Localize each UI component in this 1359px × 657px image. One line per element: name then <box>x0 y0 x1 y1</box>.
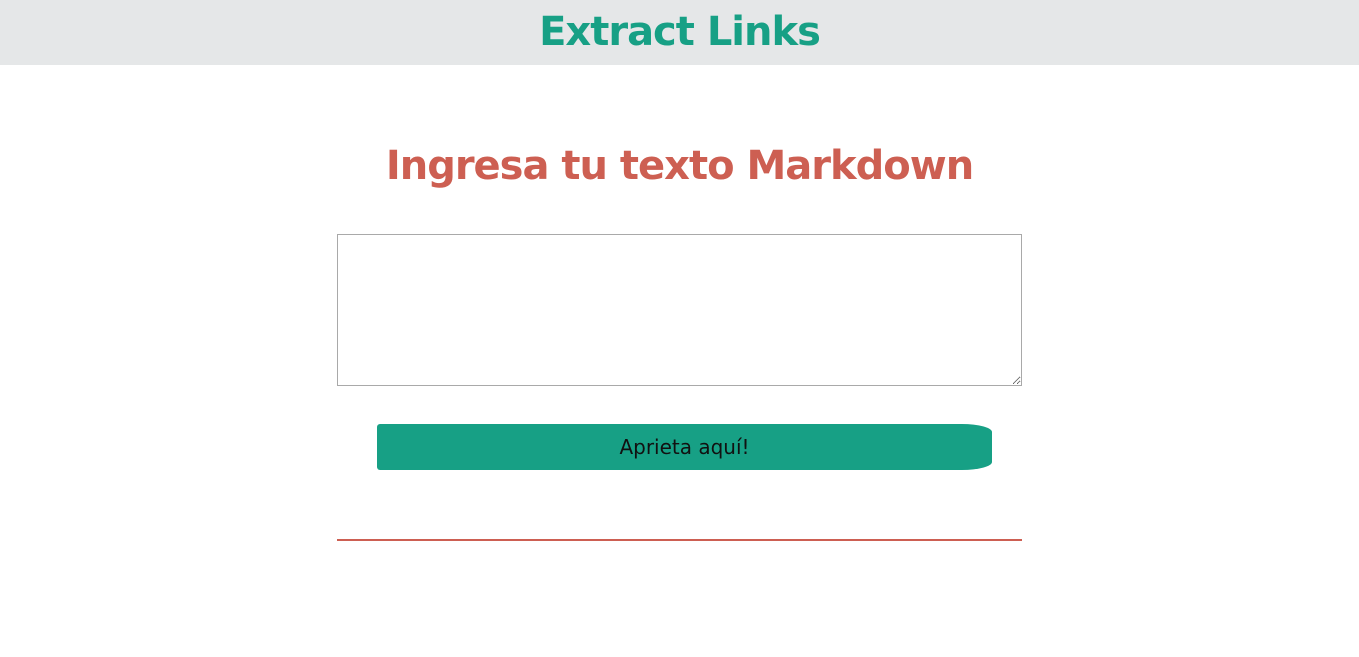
main-content: Ingresa tu texto Markdown Aprieta aquí! <box>0 65 1359 657</box>
results-divider <box>337 539 1022 541</box>
markdown-input[interactable] <box>337 234 1022 386</box>
app-title: Extract Links <box>539 9 821 55</box>
section-title: Ingresa tu texto Markdown <box>385 143 974 189</box>
app-header: Extract Links <box>0 0 1359 65</box>
submit-button[interactable]: Aprieta aquí! <box>377 424 992 470</box>
